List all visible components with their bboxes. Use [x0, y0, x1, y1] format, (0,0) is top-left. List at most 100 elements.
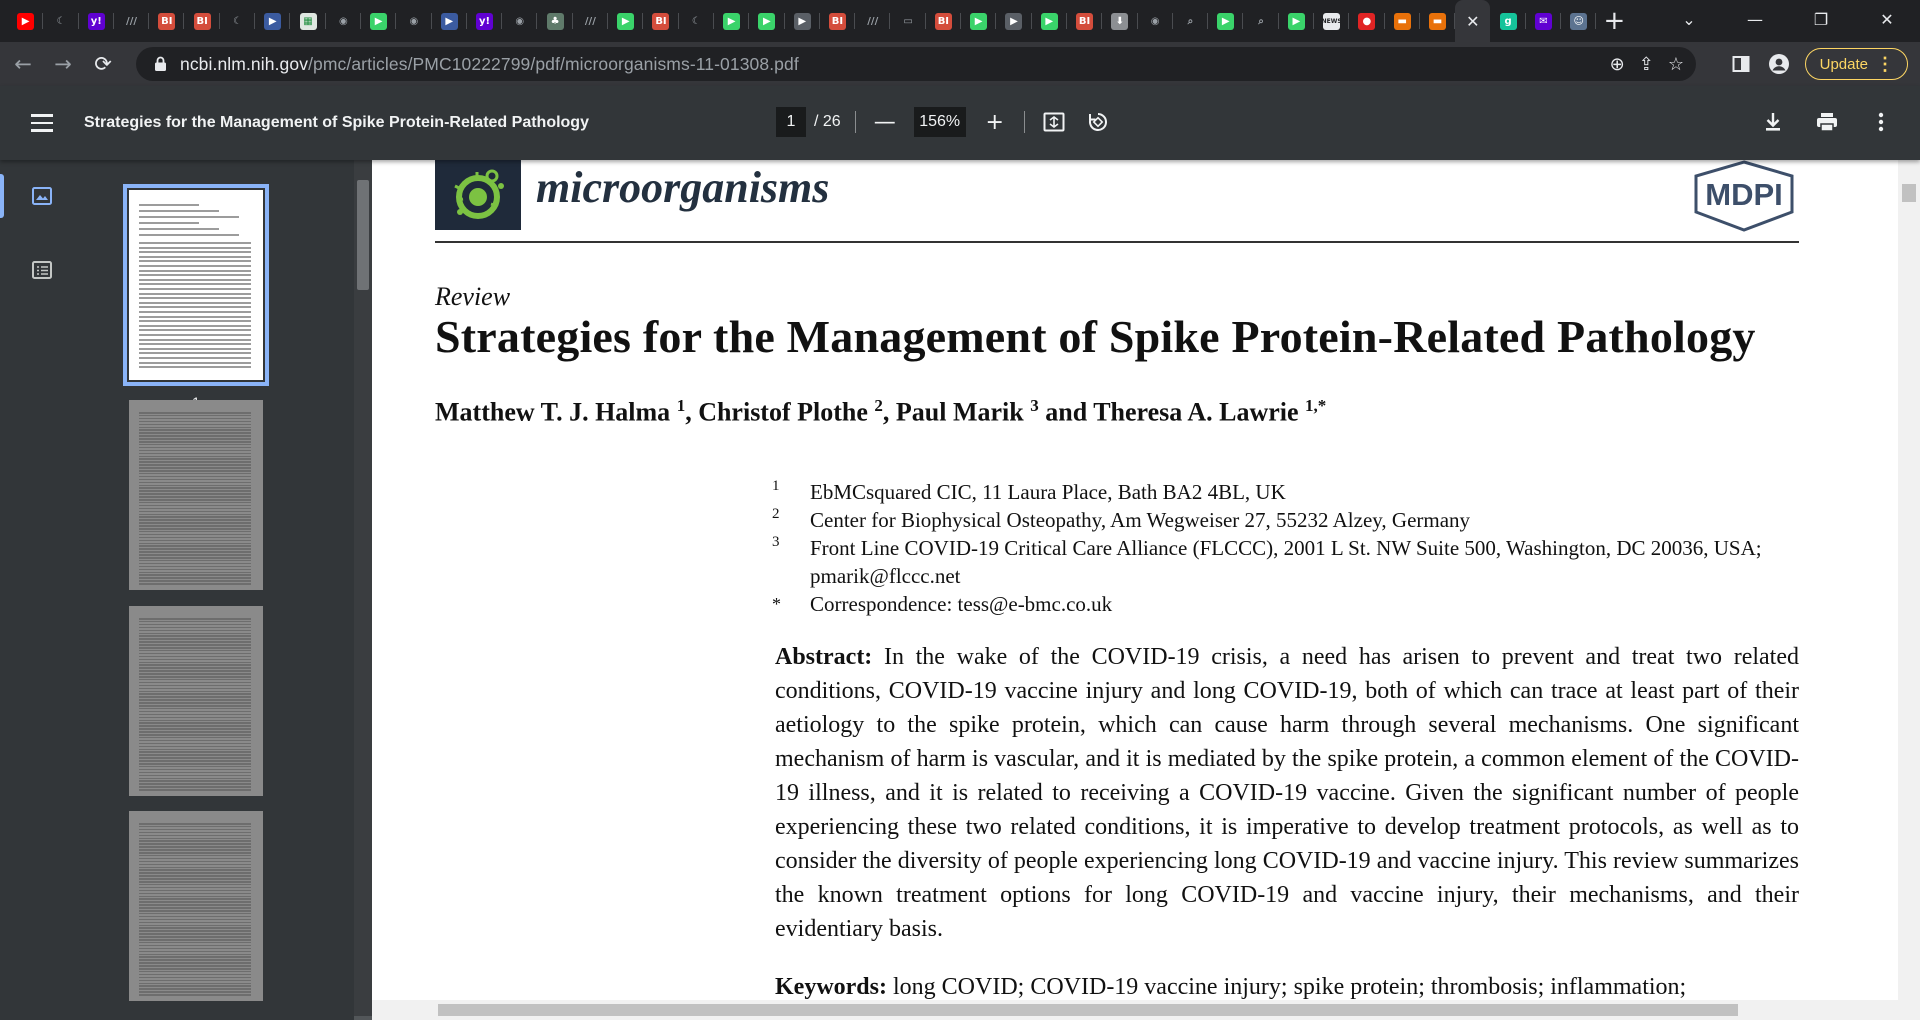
- share-icon[interactable]: ⇪: [1639, 54, 1654, 75]
- tab-search-chevron-icon[interactable]: ⌄: [1656, 0, 1722, 38]
- tab[interactable]: y!: [79, 0, 115, 42]
- back-button[interactable]: ←: [6, 47, 40, 81]
- tab[interactable]: ▶: [1208, 0, 1244, 42]
- update-button[interactable]: Update ⋮: [1804, 48, 1908, 80]
- tab[interactable]: ▶: [1279, 0, 1315, 42]
- page-number-input[interactable]: 1: [776, 107, 806, 137]
- outline-icon[interactable]: [28, 256, 56, 284]
- page-thumbnail[interactable]: 2: [126, 400, 266, 620]
- sidebar-menu-button[interactable]: [20, 101, 64, 145]
- tab[interactable]: ▶: [785, 0, 821, 42]
- tab-active[interactable]: ✕: [1455, 0, 1491, 42]
- tab[interactable]: ▶: [432, 0, 468, 42]
- tab[interactable]: ▭: [890, 0, 927, 42]
- tab[interactable]: BI: [184, 0, 221, 42]
- thumbnail-line: [139, 745, 251, 748]
- tab[interactable]: ◉: [396, 0, 432, 42]
- tab[interactable]: ▶: [1032, 0, 1068, 42]
- more-vertical-icon[interactable]: [1866, 107, 1896, 137]
- close-icon[interactable]: ✕: [1466, 12, 1479, 31]
- zoom-icon[interactable]: ⊕: [1610, 54, 1625, 75]
- side-panel-icon[interactable]: [1729, 52, 1753, 76]
- thumbnail-line: [139, 751, 251, 753]
- address-bar[interactable]: ncbi.nlm.nih.gov/pmc/articles/PMC1022279…: [136, 47, 1696, 81]
- tab[interactable]: ▶: [361, 0, 397, 42]
- tab[interactable]: ●: [1349, 0, 1385, 42]
- tab[interactable]: ☺: [1561, 0, 1597, 42]
- tab[interactable]: ▬: [1385, 0, 1421, 42]
- tab[interactable]: BI: [926, 0, 962, 42]
- tab[interactable]: ▬: [1420, 0, 1456, 42]
- lock-icon[interactable]: [150, 54, 170, 74]
- tab[interactable]: BI: [820, 0, 856, 42]
- play-circle-icon: ▶: [1040, 12, 1058, 30]
- profile-icon[interactable]: [1767, 52, 1791, 76]
- tab[interactable]: y!: [467, 0, 503, 42]
- download-icon[interactable]: [1758, 107, 1788, 137]
- sidebar-scrollbar[interactable]: [354, 160, 372, 1016]
- tab[interactable]: ▶: [8, 0, 44, 42]
- tab[interactable]: ◉: [326, 0, 362, 42]
- scroll-thumb[interactable]: [357, 180, 369, 290]
- new-tab-button[interactable]: +: [1596, 0, 1632, 42]
- tab[interactable]: ///: [855, 0, 891, 42]
- tab[interactable]: ☾: [679, 0, 715, 42]
- tab[interactable]: ⌕: [1173, 0, 1209, 42]
- thumbnail-line: [139, 432, 251, 434]
- thumbnail-line: [139, 748, 251, 750]
- thumbnail-image[interactable]: [129, 606, 263, 796]
- tab[interactable]: ▶: [255, 0, 291, 42]
- tab[interactable]: ✉: [1526, 0, 1562, 42]
- tab[interactable]: ☾: [220, 0, 256, 42]
- tab[interactable]: ◉: [1138, 0, 1174, 42]
- tab[interactable]: g: [1490, 0, 1527, 42]
- tab[interactable]: ▶: [996, 0, 1032, 42]
- page-thumbnail[interactable]: [126, 811, 266, 1015]
- affiliation-item: * Correspondence: tess@e-bmc.co.uk: [772, 590, 1762, 618]
- zoom-out-button[interactable]: —: [870, 107, 900, 137]
- tab[interactable]: ▶: [961, 0, 997, 42]
- tab[interactable]: ⬇: [1102, 0, 1138, 42]
- tab[interactable]: BI: [149, 0, 185, 42]
- thumbnail-image[interactable]: [129, 811, 263, 1001]
- thumbnail-image[interactable]: [129, 400, 263, 590]
- tab[interactable]: ⌕: [1243, 0, 1279, 42]
- scroll-thumb[interactable]: [1902, 184, 1916, 202]
- tab[interactable]: ▦: [290, 0, 326, 42]
- thumbnails-icon[interactable]: [28, 182, 56, 210]
- minimize-button[interactable]: —: [1722, 0, 1788, 38]
- globe-icon: ◉: [511, 12, 529, 30]
- tab[interactable]: ♣: [537, 0, 574, 42]
- tab[interactable]: BI: [643, 0, 679, 42]
- zoom-in-button[interactable]: +: [980, 107, 1010, 137]
- horizontal-scrollbar[interactable]: [372, 1000, 1920, 1020]
- fit-page-icon[interactable]: [1039, 107, 1069, 137]
- url-text[interactable]: ncbi.nlm.nih.gov/pmc/articles/PMC1022279…: [180, 54, 799, 75]
- rotate-icon[interactable]: [1083, 107, 1113, 137]
- page-thumbnail[interactable]: 1: [123, 184, 269, 410]
- affiliation-item: 2 Center for Biophysical Osteopathy, Am W…: [772, 506, 1762, 534]
- restore-button[interactable]: ❐: [1788, 0, 1854, 38]
- zoom-level-input[interactable]: 156%: [913, 107, 966, 137]
- forward-button[interactable]: →: [46, 47, 80, 81]
- page-thumbnail[interactable]: 3: [126, 606, 266, 826]
- tab[interactable]: ///: [573, 0, 609, 42]
- tab[interactable]: ▶: [714, 0, 750, 42]
- document-scrollbar[interactable]: [1898, 160, 1920, 1000]
- tab[interactable]: ▶: [608, 0, 644, 42]
- bookmark-star-icon[interactable]: ☆: [1668, 54, 1684, 75]
- thumbnail-image[interactable]: [123, 184, 269, 386]
- tab[interactable]: ▶: [749, 0, 785, 42]
- tab[interactable]: ☾: [43, 0, 79, 42]
- tab[interactable]: BI: [1067, 0, 1103, 42]
- close-window-button[interactable]: ✕: [1854, 0, 1920, 38]
- tab[interactable]: NEWS: [1314, 0, 1350, 42]
- tab[interactable]: ◉: [502, 0, 538, 42]
- tab[interactable]: ///: [114, 0, 150, 42]
- thumbnail-line: [139, 765, 251, 768]
- scroll-thumb[interactable]: [438, 1004, 1738, 1016]
- reload-button[interactable]: ⟳: [86, 47, 120, 81]
- thumbnail-line: [139, 991, 251, 993]
- thumbnail-line: [139, 315, 251, 318]
- print-icon[interactable]: [1812, 107, 1842, 137]
